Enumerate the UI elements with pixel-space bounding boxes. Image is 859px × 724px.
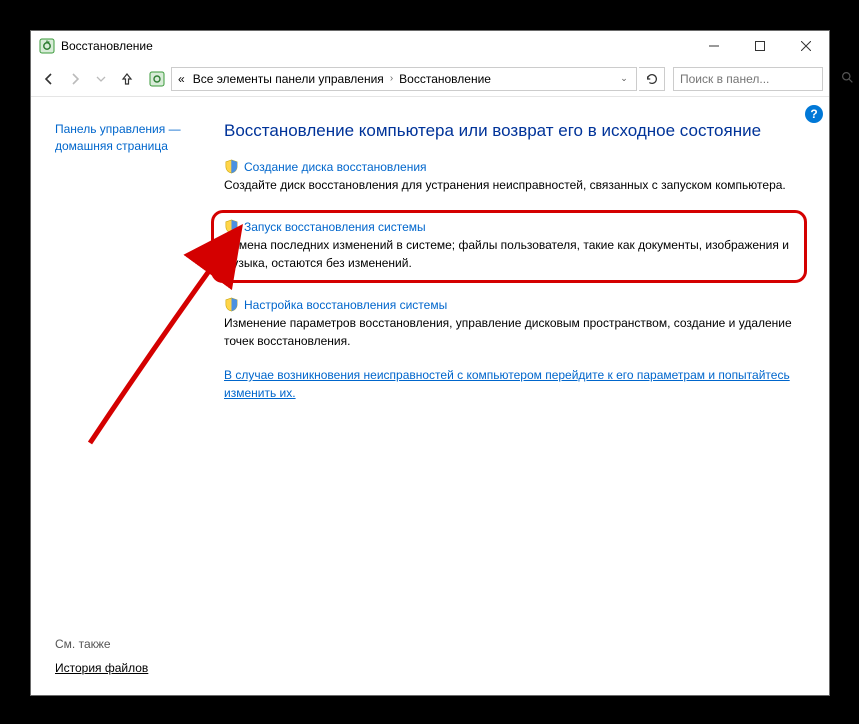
breadcrumb-dropdown[interactable]: ⌄ [616,73,632,84]
search-icon[interactable] [841,71,854,87]
option-title-text: Создание диска восстановления [244,160,427,174]
content: ? Восстановление компьютера или возврат … [216,105,829,695]
window-controls [691,31,829,61]
refresh-button[interactable] [639,67,665,91]
maximize-button[interactable] [737,31,783,61]
file-history-link[interactable]: История файлов [55,661,208,675]
help-button[interactable]: ? [805,105,823,123]
recent-dropdown[interactable] [89,67,113,91]
page-heading: Восстановление компьютера или возврат ег… [224,121,801,141]
search-box[interactable] [673,67,823,91]
option-desc: Отмена последних изменений в системе; фа… [224,237,794,272]
body: Панель управления — домашняя страница См… [31,97,829,695]
breadcrumb-seg-1[interactable]: Все элементы панели управления [191,72,386,86]
control-panel-home-link[interactable]: Панель управления — домашняя страница [55,121,208,155]
shield-icon [224,159,239,174]
navigation-bar: « Все элементы панели управления › Восст… [31,61,829,97]
app-icon [39,38,55,54]
option-system-restore: Запуск восстановления системы Отмена пос… [211,210,807,283]
back-button[interactable] [37,67,61,91]
option-configure-restore: Настройка восстановления системы Изменен… [224,297,801,350]
address-breadcrumb[interactable]: « Все элементы панели управления › Восст… [171,67,637,91]
shield-icon [224,219,239,234]
option-link-create-recovery-disk[interactable]: Создание диска восстановления [224,159,801,174]
shield-icon [224,297,239,312]
control-panel-window: Восстановление « Все элементы па [30,30,830,696]
see-also-label: См. также [55,637,208,651]
window-title: Восстановление [61,39,153,53]
home-line2: домашняя страница [55,139,168,153]
up-button[interactable] [115,67,139,91]
option-link-system-restore[interactable]: Запуск восстановления системы [224,219,794,234]
sidebar: Панель управления — домашняя страница См… [31,105,216,695]
forward-button[interactable] [63,67,87,91]
address-icon [147,69,167,89]
minimize-button[interactable] [691,31,737,61]
option-desc: Изменение параметров восстановления, упр… [224,315,801,350]
breadcrumb-seg-2[interactable]: Восстановление [397,72,493,86]
pc-settings-link[interactable]: В случае возникновения неисправностей с … [224,366,801,402]
option-title-text: Запуск восстановления системы [244,220,426,234]
breadcrumb-prefix: « [176,72,187,86]
search-input[interactable] [680,72,835,86]
close-button[interactable] [783,31,829,61]
chevron-right-icon: › [390,73,393,84]
option-title-text: Настройка восстановления системы [244,298,447,312]
home-line1: Панель управления — [55,122,181,136]
option-link-configure-restore[interactable]: Настройка восстановления системы [224,297,801,312]
option-desc: Создайте диск восстановления для устране… [224,177,801,194]
option-create-recovery-disk: Создание диска восстановления Создайте д… [224,159,801,194]
titlebar: Восстановление [31,31,829,61]
